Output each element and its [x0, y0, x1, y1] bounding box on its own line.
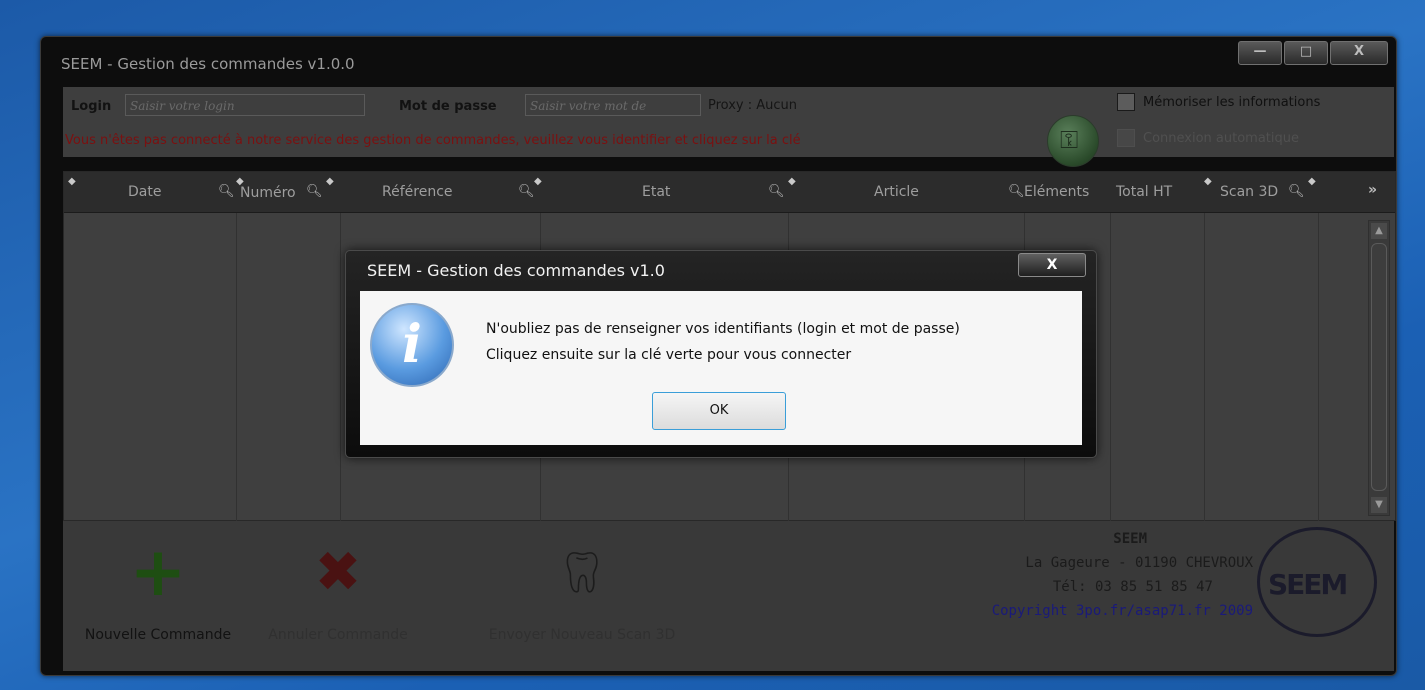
login-input[interactable]: Saisir votre login — [125, 94, 365, 116]
remember-label: Mémoriser les informations — [1143, 94, 1321, 110]
sort-reference-icon[interactable]: ◆ — [326, 176, 334, 187]
maximize-button[interactable]: □ — [1284, 41, 1328, 65]
title-bar[interactable]: SEEM - Gestion des commandes v1.0.0 — □ … — [41, 37, 1396, 75]
auto-connect-box[interactable] — [1117, 129, 1135, 147]
sort-article-icon[interactable]: ◆ — [788, 176, 796, 187]
col-divider — [1318, 213, 1319, 521]
sort-date-icon[interactable]: ◆ — [68, 176, 76, 187]
filter-article-icon[interactable]: 🔍︎ — [1008, 184, 1025, 199]
cancel-order-button[interactable]: ✖ Annuler Commande — [253, 540, 423, 644]
col-numero[interactable]: Numéro — [240, 185, 296, 201]
col-divider — [1110, 213, 1111, 521]
filter-date-icon[interactable]: 🔍︎ — [218, 184, 235, 199]
info-dialog: SEEM - Gestion des commandes v1.0 X i N'… — [345, 250, 1097, 458]
copyright-link[interactable]: Copyright 3po.fr/asap71.fr 2009 — [943, 603, 1253, 619]
send-scan-label: Envoyer Nouveau Scan 3D — [488, 627, 676, 643]
filter-etat-icon[interactable]: 🔍︎ — [768, 184, 785, 199]
dialog-body: i N'oubliez pas de renseigner vos identi… — [360, 291, 1082, 445]
login-label: Login — [71, 99, 112, 114]
remember-box[interactable] — [1117, 93, 1135, 111]
auto-connect-checkbox[interactable]: Connexion automatique — [1117, 129, 1299, 147]
login-bar: Login Saisir votre login Mot de passe Sa… — [63, 87, 1394, 167]
dialog-message-line1: N'oubliez pas de renseigner vos identifi… — [486, 321, 960, 337]
company-phone: Tél: 03 85 51 85 47 — [1052, 579, 1213, 595]
password-label: Mot de passe — [399, 99, 497, 114]
password-input[interactable]: Saisir votre mot de — [525, 94, 701, 116]
col-etat[interactable]: Etat — [642, 184, 670, 200]
col-scan-3d[interactable]: Scan 3D — [1220, 184, 1278, 200]
logo-text: SEEM — [1268, 568, 1348, 601]
column-chooser-icon[interactable]: » — [1368, 182, 1377, 198]
connect-key-button[interactable]: ⚿ — [1047, 115, 1099, 167]
col-divider — [340, 213, 341, 521]
col-reference[interactable]: Référence — [382, 184, 453, 200]
dialog-title: SEEM - Gestion des commandes v1.0 — [367, 261, 665, 280]
col-elements[interactable]: Eléments — [1024, 184, 1089, 200]
cancel-icon: ✖ — [314, 540, 362, 605]
seem-logo: SEEM — [1257, 527, 1377, 637]
new-order-label: Nouvelle Commande — [84, 627, 232, 643]
company-name: SEEM — [1113, 531, 1147, 547]
key-icon: ⚿ — [1060, 126, 1079, 154]
window-title: SEEM - Gestion des commandes v1.0.0 — [61, 55, 355, 73]
filter-numero-icon[interactable]: 🔍︎ — [306, 184, 323, 199]
ok-button[interactable]: OK — [652, 392, 786, 430]
close-button[interactable]: X — [1330, 41, 1388, 65]
scroll-down-icon[interactable]: ▼ — [1371, 497, 1387, 513]
auto-connect-label: Connexion automatique — [1143, 130, 1299, 146]
remember-checkbox[interactable]: Mémoriser les informations — [1117, 93, 1320, 111]
filter-reference-icon[interactable]: 🔍︎ — [518, 184, 535, 199]
sort-extra-icon[interactable]: ◆ — [1308, 176, 1316, 187]
col-total-ht[interactable]: Total HT — [1116, 184, 1172, 200]
dialog-close-button[interactable]: X — [1018, 253, 1086, 277]
grid-header: ◆ Date 🔍︎ ◆ Numéro 🔍︎ ◆ Référence 🔍︎ ◆ E… — [64, 172, 1395, 213]
vertical-scrollbar[interactable]: ▲ ▼ — [1368, 220, 1390, 516]
filter-scan-icon[interactable]: 🔍︎ — [1288, 184, 1305, 199]
col-article[interactable]: Article — [874, 184, 919, 200]
proxy-status: Proxy : Aucun — [708, 98, 798, 113]
tooth-icon: 🦷︎ — [556, 550, 608, 596]
dialog-message-line2: Cliquez ensuite sur la clé verte pour vo… — [486, 347, 852, 363]
scroll-up-icon[interactable]: ▲ — [1371, 223, 1387, 239]
col-divider — [1204, 213, 1205, 521]
col-divider — [236, 213, 237, 521]
send-scan-button[interactable]: 🦷︎ Envoyer Nouveau Scan 3D — [467, 543, 697, 643]
col-date[interactable]: Date — [128, 184, 161, 200]
sort-scan-icon[interactable]: ◆ — [1204, 176, 1212, 187]
info-icon: i — [370, 303, 454, 387]
scroll-thumb[interactable] — [1371, 243, 1387, 491]
company-address: La Gageure - 01190 CHEVROUX — [1025, 555, 1253, 571]
cancel-order-label: Annuler Commande — [268, 627, 408, 643]
sort-etat-icon[interactable]: ◆ — [534, 176, 542, 187]
plus-icon: + — [129, 533, 187, 612]
connection-warning: Vous n'êtes pas connecté à notre service… — [65, 133, 801, 148]
minimize-button[interactable]: — — [1238, 41, 1282, 65]
company-info: SEEM La Gageure - 01190 CHEVROUX Tél: 03… — [943, 531, 1253, 619]
window-controls: — □ X — [1238, 41, 1388, 65]
footer-panel: + Nouvelle Commande ✖ Annuler Commande 🦷… — [63, 521, 1394, 671]
new-order-button[interactable]: + Nouvelle Commande — [73, 533, 243, 644]
